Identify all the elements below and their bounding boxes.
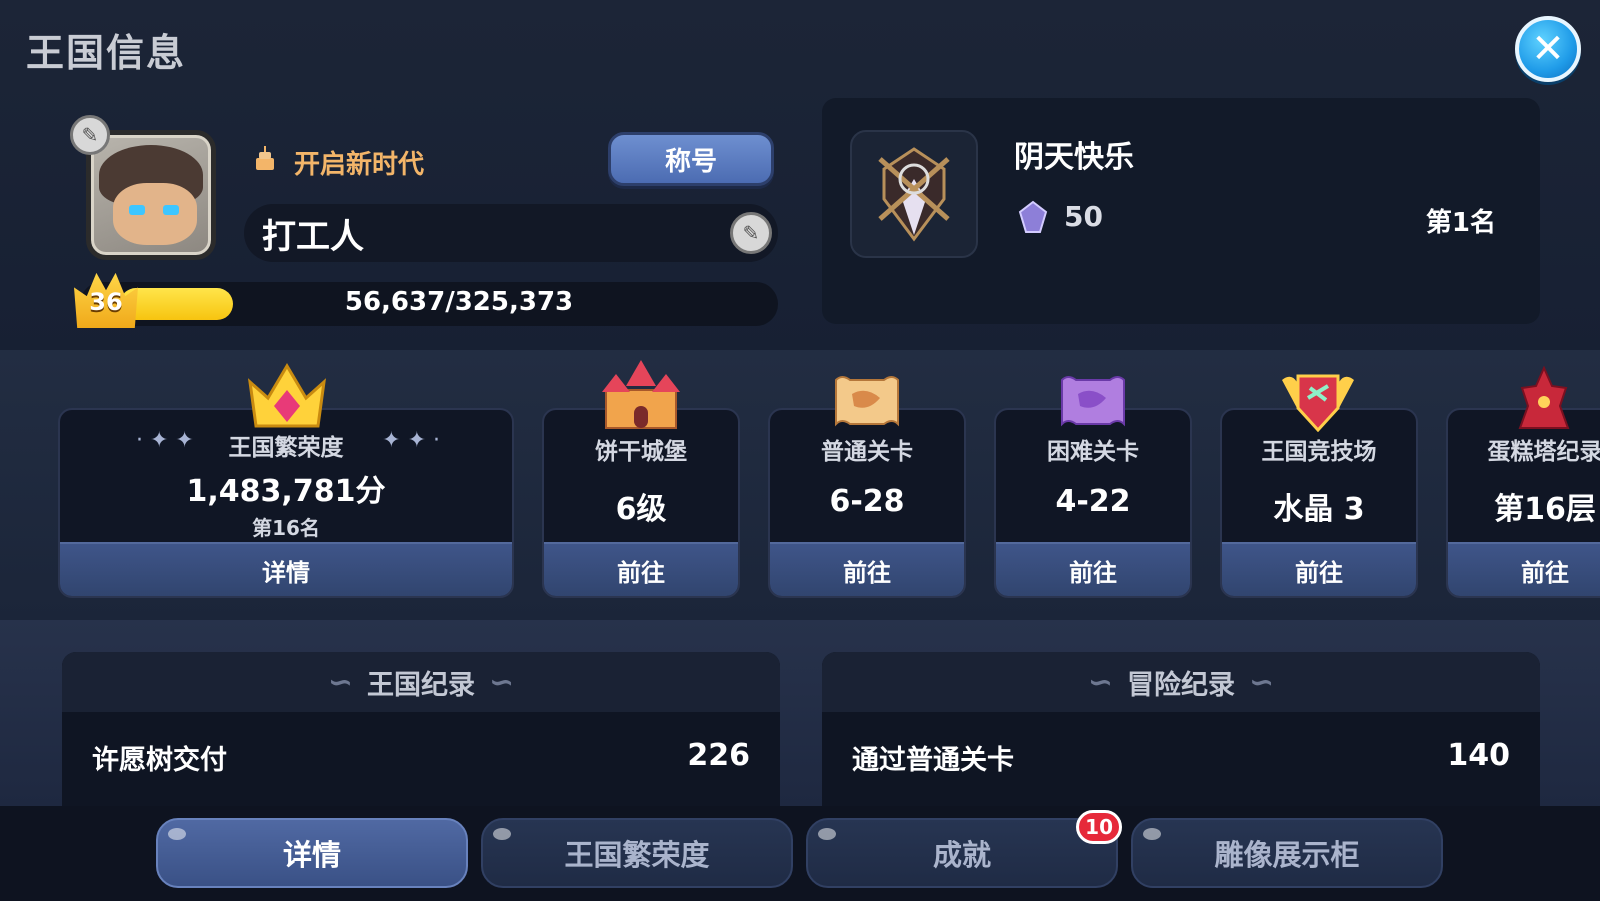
arena-shield-icon: [1282, 374, 1354, 432]
name-edit-icon[interactable]: ✎: [730, 212, 772, 254]
cake-tower-go-button[interactable]: 前往: [1448, 542, 1600, 596]
xp-text: 56,637/325,373: [344, 287, 574, 317]
guild-gem-icon: [1018, 200, 1048, 233]
swirl-right-icon: ∽: [1249, 664, 1275, 700]
prosperity-card: · ✦ ✦ ✦ ✦ · 王国繁荣度 1,483,781分 第16名 详情: [58, 408, 514, 598]
card-label: 王国繁荣度: [228, 435, 344, 461]
page-title: 王国信息: [26, 31, 187, 75]
level-badge: 36: [74, 270, 138, 328]
close-button[interactable]: ✕: [1515, 16, 1581, 82]
xp-bar: 56,637/325,373: [80, 282, 778, 326]
tab-statue-showcase[interactable]: 雕像展示柜: [1131, 818, 1443, 888]
tab-label: 雕像展示柜: [1214, 838, 1360, 872]
card-value: 6级: [615, 492, 667, 527]
bottom-tab-bar: 详情 王国繁荣度 成就 10 雕像展示柜: [0, 806, 1600, 901]
crown-gem-icon: [247, 363, 327, 428]
tab-achievements[interactable]: 成就 10: [806, 810, 1122, 888]
castle-go-button[interactable]: 前往: [544, 542, 738, 596]
adventure-record-title: 冒险纪录: [1127, 669, 1235, 701]
record-row: 通过普通关卡 140: [852, 738, 1510, 777]
prosperity-details-button[interactable]: 详情: [60, 542, 512, 596]
adventure-record-panel: ∽ 冒险纪录 ∽ 通过普通关卡 140: [822, 652, 1540, 812]
notification-badge: 10: [1076, 810, 1122, 844]
guild-emblem-icon: [850, 130, 978, 258]
cake-tower-card: 蛋糕塔纪录 第16层 前往: [1446, 408, 1600, 598]
card-value: 1,483,781分: [186, 474, 386, 509]
hard-stage-go-button[interactable]: 前往: [996, 542, 1190, 596]
record-label: 许愿树交付: [92, 745, 227, 776]
tab-label: 成就: [932, 838, 991, 872]
tab-prosperity[interactable]: 王国繁荣度: [481, 818, 793, 888]
player-name-field: 打工人 ✎: [244, 204, 778, 262]
kingdom-record-panel: ∽ 王国纪录 ∽ 许愿树交付 226: [62, 652, 780, 812]
avatar-edit-icon[interactable]: ✎: [70, 115, 110, 155]
arena-card: 王国竞技场 水晶 3 前往: [1220, 408, 1418, 598]
guild-panel[interactable]: 阴天快乐 50 第1名: [822, 98, 1540, 324]
record-value: 226: [687, 738, 750, 773]
normal-stage-go-button[interactable]: 前往: [770, 542, 964, 596]
swirl-left-icon: ∽: [1087, 664, 1113, 700]
normal-stage-card: 普通关卡 6-28 前往: [768, 408, 966, 598]
cookie-castle-card: 饼干城堡 6级 前往: [542, 408, 740, 598]
cake-tower-icon: [1518, 366, 1570, 429]
card-value: 6-28: [829, 484, 905, 519]
swirl-left-icon: ∽: [327, 664, 353, 700]
era-cake-icon: [256, 146, 274, 170]
card-value: 水晶 3: [1273, 492, 1365, 527]
title-button[interactable]: 称号: [608, 132, 774, 186]
arena-go-button[interactable]: 前往: [1222, 542, 1416, 596]
kingdom-record-header: ∽ 王国纪录 ∽: [62, 652, 780, 712]
guild-rank: 第1名: [1425, 208, 1496, 238]
kingdom-record-title: 王国纪录: [367, 669, 475, 701]
tab-label: 详情: [282, 838, 341, 872]
normal-map-icon: [835, 376, 899, 427]
castle-icon: [602, 360, 680, 429]
guild-score: 50: [1064, 200, 1103, 233]
level-number: 36: [89, 288, 123, 316]
adventure-record-header: ∽ 冒险纪录 ∽: [822, 652, 1540, 712]
record-value: 140: [1447, 738, 1510, 773]
card-label: 饼干城堡: [595, 439, 687, 465]
card-label: 蛋糕塔纪录: [1487, 439, 1600, 465]
swirl-right-icon: ∽: [489, 664, 515, 700]
close-icon: ✕: [1531, 26, 1565, 72]
card-label: 普通关卡: [821, 439, 913, 465]
player-name: 打工人: [262, 216, 364, 257]
guild-name: 阴天快乐: [1014, 140, 1134, 175]
avatar-image: [86, 130, 216, 260]
avatar[interactable]: [86, 130, 216, 260]
record-row: 许愿树交付 226: [92, 738, 750, 777]
card-rank: 第16名: [252, 516, 320, 540]
hard-map-icon: [1061, 376, 1125, 427]
card-value: 第16层: [1494, 492, 1596, 527]
card-label: 困难关卡: [1047, 439, 1139, 465]
record-label: 通过普通关卡: [852, 745, 1014, 776]
tab-label: 王国繁荣度: [564, 838, 710, 872]
hard-stage-card: 困难关卡 4-22 前往: [994, 408, 1192, 598]
card-value: 4-22: [1055, 484, 1131, 519]
tab-details[interactable]: 详情: [156, 818, 468, 888]
era-label: 开启新时代: [294, 150, 425, 180]
card-label: 王国竞技场: [1261, 439, 1377, 465]
